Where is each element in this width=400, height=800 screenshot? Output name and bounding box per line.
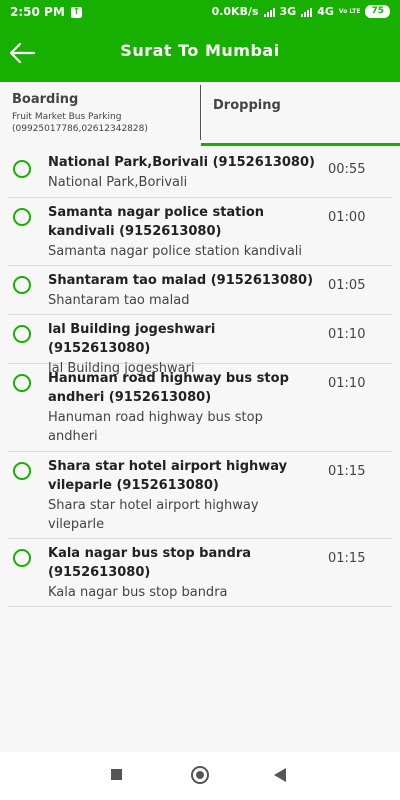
list-item[interactable]: Shara star hotel airport highway vilepar…	[8, 452, 392, 539]
boarding-point-name: Fruit Market Bus Parking	[12, 112, 122, 122]
page-title: Surat To Mumbai	[120, 41, 280, 60]
signal-icon-2	[301, 7, 313, 17]
back-triangle-icon[interactable]	[274, 768, 286, 782]
home-icon[interactable]	[191, 766, 209, 784]
stop-time: 01:15	[328, 551, 366, 566]
list-item[interactable]: Hanuman road highway bus stop andheri (9…	[8, 364, 392, 452]
stop-address: Shara star hotel airport highway vilepar…	[48, 498, 259, 532]
stop-name: National Park,Borivali (9152613080)	[48, 155, 315, 170]
tab-boarding-label: Boarding	[12, 92, 79, 107]
status-bar: 2:50 PM ↑ 0.0KB/s 3G 4G Vo LTE 75	[0, 0, 400, 24]
list-item[interactable]: lal Building jogeshwari (9152613080) lal…	[8, 315, 392, 376]
stop-name: Shara star hotel airport highway vilepar…	[48, 459, 288, 493]
radio-button[interactable]	[13, 374, 31, 392]
stop-time: 01:05	[328, 278, 366, 293]
point-tabs: Boarding Fruit Market Bus Parking (09925…	[0, 82, 400, 146]
app-bar: Surat To Mumbai	[0, 24, 400, 82]
stop-time: 01:15	[328, 464, 366, 479]
stop-address: Shantaram tao malad	[48, 293, 190, 308]
stop-time: 01:10	[328, 327, 366, 342]
list-item[interactable]: Shantaram tao malad (9152613080) Shantar…	[8, 266, 392, 315]
stop-address: Hanuman road highway bus stop andheri	[48, 410, 263, 444]
boarding-point-phone: (09925017786,02612342828)	[12, 124, 148, 134]
clock: 2:50 PM	[10, 5, 65, 19]
battery-icon: 75	[365, 5, 390, 18]
recents-icon[interactable]	[111, 769, 122, 780]
stop-time: 01:00	[328, 210, 366, 225]
radio-button[interactable]	[13, 160, 31, 178]
radio-button[interactable]	[13, 276, 31, 294]
stop-address: National Park,Borivali	[48, 175, 188, 190]
radio-button[interactable]	[13, 462, 31, 480]
network-speed: 0.0KB/s	[211, 5, 259, 18]
dropping-point-list: National Park,Borivali (9152613080) Nati…	[8, 148, 392, 607]
stop-name: lal Building jogeshwari (9152613080)	[48, 322, 216, 356]
list-item[interactable]: Samanta nagar police station kandivali (…	[8, 198, 392, 266]
active-tab-indicator	[201, 143, 400, 146]
radio-button[interactable]	[13, 549, 31, 567]
radio-button[interactable]	[13, 325, 31, 343]
stop-name: Hanuman road highway bus stop andheri (9…	[48, 371, 289, 405]
stop-name: Kala nagar bus stop bandra (9152613080)	[48, 546, 252, 580]
radio-button[interactable]	[13, 208, 31, 226]
stop-name: Shantaram tao malad (9152613080)	[48, 273, 314, 288]
signal-icon	[263, 7, 275, 17]
volte-icon: Vo LTE	[338, 7, 361, 15]
stop-address: Kala nagar bus stop bandra	[48, 585, 228, 600]
upload-icon: ↑	[70, 6, 82, 18]
tab-dropping-label: Dropping	[213, 98, 281, 113]
stop-time: 00:55	[328, 162, 366, 177]
stop-name: Samanta nagar police station kandivali (…	[48, 205, 265, 239]
boarding-point-info: Fruit Market Bus Parking (09925017786,02…	[12, 111, 148, 135]
list-item[interactable]: Kala nagar bus stop bandra (9152613080) …	[8, 539, 392, 607]
stop-address: Samanta nagar police station kandivali	[48, 244, 303, 259]
tab-boarding[interactable]: Boarding Fruit Market Bus Parking (09925…	[0, 82, 200, 146]
list-item[interactable]: National Park,Borivali (9152613080) Nati…	[8, 148, 392, 198]
tab-dropping[interactable]: Dropping	[201, 82, 400, 146]
network-type-1: 3G	[279, 5, 297, 18]
system-nav-bar	[0, 752, 400, 800]
network-type-2: 4G	[317, 5, 334, 18]
stop-time: 01:10	[328, 376, 366, 391]
